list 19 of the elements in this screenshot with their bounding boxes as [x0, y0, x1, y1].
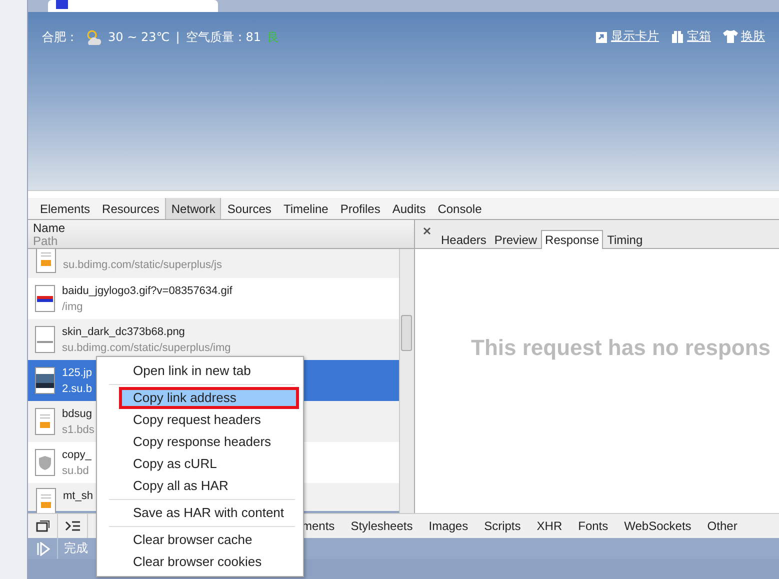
request-path: s1.bds: [62, 422, 94, 438]
request-name: mt_sh: [63, 489, 93, 504]
air-quality-text: 空气质量：81: [186, 28, 262, 46]
request-name: baidu_jgylogo3.gif?v=08357634.gif: [62, 284, 232, 298]
city-label: 合肥：: [42, 28, 78, 46]
separator-text: |: [176, 30, 180, 44]
request-name: skin_dark_dc373b68.png: [62, 324, 186, 340]
request-path: /img: [62, 300, 84, 314]
request-name: copy_: [62, 448, 92, 462]
request-path: 2.su.b: [62, 382, 92, 396]
air-quality-level: 良: [267, 28, 280, 46]
request-path: su.bdimg.com/static/superplus/img: [62, 340, 231, 356]
request-name: 125.jp: [62, 366, 92, 380]
temperature-text: 30 ~ 23℃: [108, 30, 170, 44]
request-name: bdsug: [62, 406, 93, 422]
request-path: su.bdimg.com/static/superplus/js: [63, 258, 222, 273]
empty-response-message: This request has no respons: [471, 335, 772, 361]
request-path: su.bd: [62, 464, 90, 478]
status-text: 完成: [63, 540, 88, 557]
